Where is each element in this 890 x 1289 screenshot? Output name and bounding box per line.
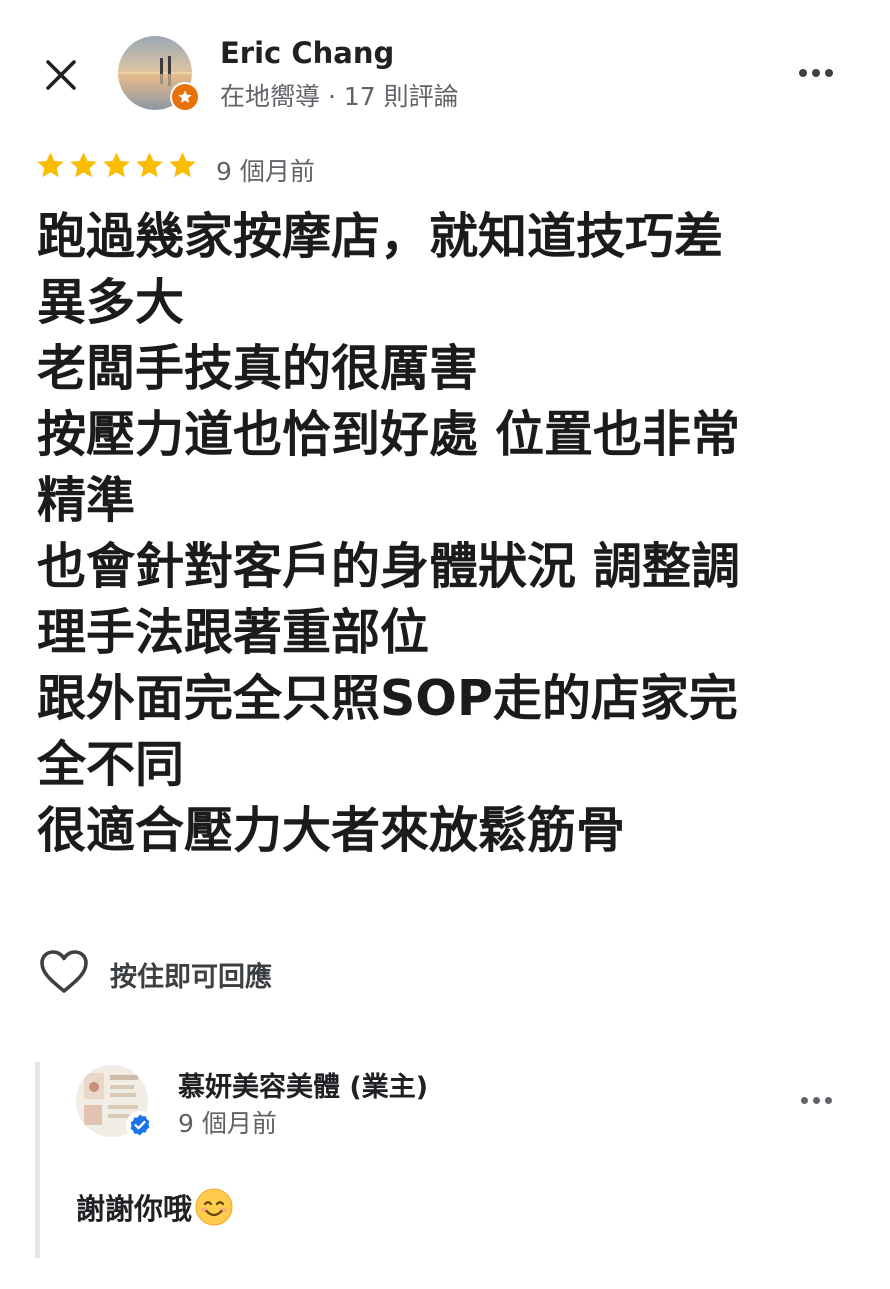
review-text-line: 老闆手技真的很厲害: [37, 340, 479, 397]
reviewer-meta: 在地嚮導 · 17 則評論: [220, 82, 459, 111]
close-button[interactable]: [38, 52, 84, 98]
owner-name[interactable]: 慕妍美容美體 (業主): [178, 1065, 428, 1104]
review-text-line: 異多大: [37, 274, 185, 331]
star-rating: [35, 150, 198, 181]
star-icon: [70, 152, 97, 178]
close-icon: [46, 60, 76, 90]
like-button[interactable]: [38, 946, 90, 998]
owner-reply-message: 謝謝你哦: [76, 1192, 193, 1226]
review-text-line: 全不同: [37, 736, 185, 793]
more-horiz-icon: [799, 69, 807, 77]
review-text-line: 精準: [37, 472, 136, 529]
review-detail-screen: Eric Chang 在地嚮導 · 17 則評論 9 個月前 跑過幾家按摩店，就…: [0, 0, 890, 1289]
review-text-line: 理手法跟著重部位: [37, 604, 430, 661]
star-icon: [37, 152, 64, 178]
owner-reply-date: 9 個月前: [178, 1109, 277, 1138]
local-guide-star-icon: [178, 90, 192, 103]
review-text-line: 跑過幾家按摩店，就知道技巧差: [37, 208, 724, 265]
like-hint-label: 按住即可回應: [110, 962, 272, 993]
star-icon: [103, 152, 130, 178]
review-more-options-button[interactable]: [792, 53, 840, 93]
verified-badge: [126, 1111, 154, 1139]
local-guide-badge: [170, 82, 200, 112]
star-icon: [169, 152, 196, 178]
owner-reply-text: 謝謝你哦: [76, 1186, 234, 1228]
reply-indent-bar: [35, 1062, 40, 1258]
review-text: 跑過幾家按摩店，就知道技巧差 異多大老闆手技真的很厲害按壓力道也恰到好處 位置也非…: [37, 204, 857, 864]
review-text-line: 也會針對客戶的身體狀況 調整調: [37, 538, 741, 595]
smiling-face-icon: [195, 1188, 233, 1226]
star-icon: [136, 152, 163, 178]
review-text-line: 很適合壓力大者來放鬆筋骨: [37, 802, 626, 859]
review-text-line: 按壓力道也恰到好處 位置也非常: [37, 406, 741, 463]
reply-more-options-button[interactable]: [792, 1080, 840, 1120]
reviewer-avatar[interactable]: [118, 36, 200, 112]
review-date: 9 個月前: [216, 157, 315, 186]
owner-avatar[interactable]: [76, 1065, 154, 1139]
reviewer-name[interactable]: Eric Chang: [220, 36, 394, 70]
verified-check-icon: [130, 1114, 150, 1136]
heart-outline-icon: [40, 950, 88, 993]
review-text-line: 跟外面完全只照SOP走的店家完: [37, 670, 738, 727]
more-horiz-icon: [800, 1096, 808, 1104]
